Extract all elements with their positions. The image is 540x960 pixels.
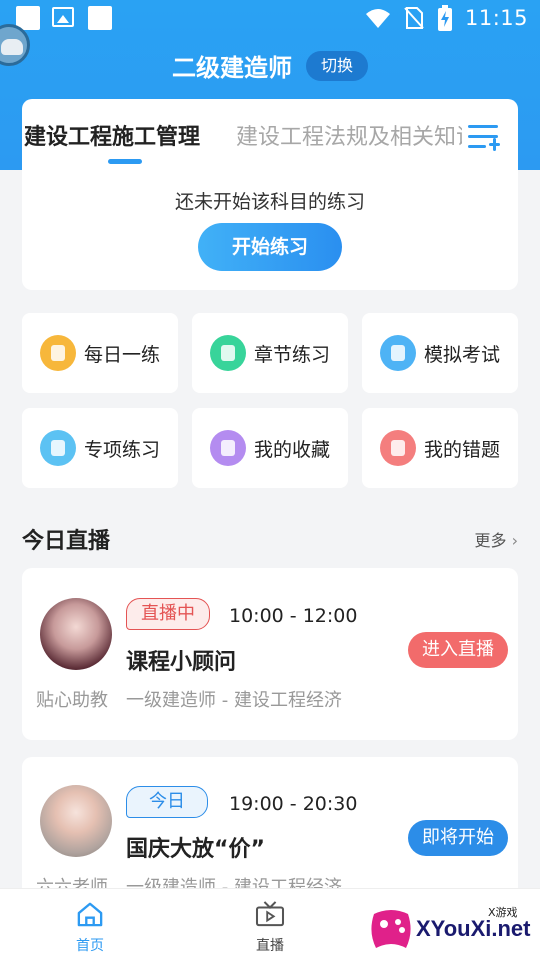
- course-title: 国庆大放“价”: [126, 837, 265, 862]
- course-title: 课程小顾问: [126, 650, 237, 675]
- empty-practice-text: 还未开始该科目的练习: [174, 191, 365, 213]
- live-status-badge: 直播中: [126, 598, 210, 630]
- notification-icon: [88, 6, 112, 30]
- gamepad-logo-icon: [371, 910, 411, 948]
- watermark-text: XYouXi.net: [416, 916, 531, 941]
- live-card[interactable]: 直播中 10:00 - 12:00 课程小顾问 贴心助教 一级建造师 - 建设工…: [22, 568, 518, 740]
- tile-label: 我的错题: [424, 438, 501, 461]
- nav-label: 首页: [76, 938, 104, 954]
- live-time: 10:00 - 12:00: [229, 605, 358, 627]
- home-icon: [77, 902, 103, 927]
- subject-menu-icon[interactable]: [468, 123, 500, 151]
- course-subject: 一级建造师 - 建设工程经济: [126, 690, 342, 711]
- tile-label: 我的收藏: [254, 438, 331, 461]
- live-card[interactable]: 今日 19:00 - 20:30 国庆大放“价” 六六老师 一级建造师 - 建设…: [22, 757, 518, 897]
- watermark: X游戏 XYouXi.net: [364, 900, 534, 956]
- teacher-avatar: [40, 785, 112, 857]
- wrong-icon: [380, 430, 416, 466]
- subject-card: 建设工程施工管理 建设工程法规及相关知识 还未开始该科目的练习 开始练习: [22, 99, 518, 290]
- live-tv-icon: [255, 901, 285, 927]
- document-icon: [210, 335, 246, 371]
- switch-exam-button[interactable]: 切换: [306, 51, 368, 81]
- tab-indicator: [108, 159, 142, 164]
- clipboard-icon: [40, 430, 76, 466]
- no-sim-icon: [404, 7, 424, 29]
- subject-tabs: 建设工程施工管理 建设工程法规及相关知识: [22, 99, 462, 169]
- image-notification-icon: [52, 7, 74, 27]
- daily-practice-tile[interactable]: 每日一练: [22, 313, 178, 393]
- tile-label: 章节练习: [254, 343, 331, 366]
- chapter-practice-tile[interactable]: 章节练习: [192, 313, 348, 393]
- page-title: 二级建造师: [172, 54, 292, 82]
- teacher-name: 贴心助教: [36, 690, 108, 711]
- teacher-avatar: [40, 598, 112, 670]
- favorites-tile[interactable]: 我的收藏: [192, 408, 348, 488]
- more-link[interactable]: 更多 ›: [474, 527, 518, 551]
- calendar-icon: [40, 335, 76, 371]
- nav-home[interactable]: 首页: [50, 889, 130, 960]
- chevron-right-icon: ›: [511, 531, 518, 550]
- status-bar: 11:15: [0, 0, 540, 38]
- wrong-questions-tile[interactable]: 我的错题: [362, 408, 518, 488]
- tile-label: 专项练习: [84, 438, 161, 461]
- tile-label: 模拟考试: [424, 343, 501, 366]
- tab-subject[interactable]: 建设工程法规及相关知识: [236, 119, 462, 151]
- special-practice-tile[interactable]: 专项练习: [22, 408, 178, 488]
- app-screen: 11:15 二级建造师 切换 建设工程施工管理 建设工程法规及相关知识 还未开始…: [0, 0, 540, 960]
- nav-live[interactable]: 直播: [230, 889, 310, 960]
- nav-label: 直播: [256, 938, 284, 954]
- wifi-icon: [365, 9, 390, 28]
- live-time: 19:00 - 20:30: [229, 793, 358, 815]
- more-label: 更多: [474, 531, 507, 550]
- upcoming-button[interactable]: 即将开始: [408, 820, 508, 856]
- pen-icon: [380, 335, 416, 371]
- enter-live-button[interactable]: 进入直播: [408, 632, 508, 668]
- clock: 11:15: [464, 6, 528, 30]
- mock-exam-tile[interactable]: 模拟考试: [362, 313, 518, 393]
- upcoming-status-badge: 今日: [126, 786, 208, 818]
- section-title: 今日直播: [22, 529, 111, 554]
- star-icon: [210, 430, 246, 466]
- start-practice-button[interactable]: 开始练习: [198, 223, 342, 271]
- tile-label: 每日一练: [84, 343, 161, 366]
- battery-charging-icon: [437, 5, 452, 31]
- tab-subject-active[interactable]: 建设工程施工管理: [24, 119, 200, 151]
